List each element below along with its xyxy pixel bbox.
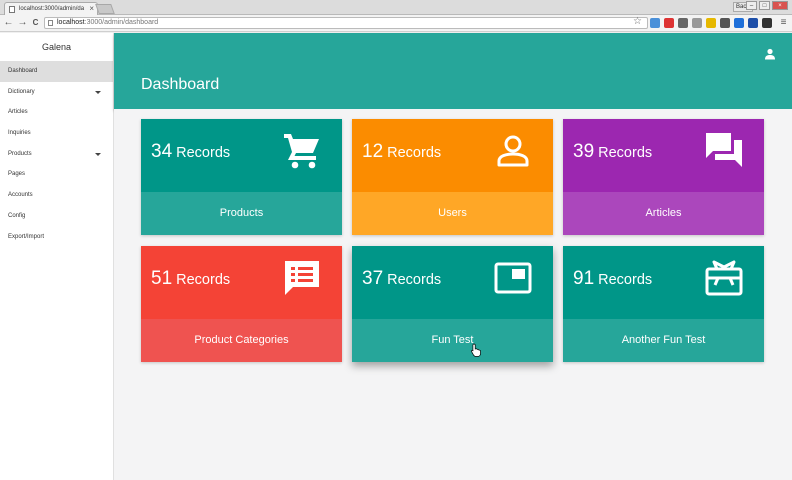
- sidebar-item-config[interactable]: Config: [0, 206, 113, 227]
- sidebar-item-articles[interactable]: Articles: [0, 102, 113, 123]
- caret-down-icon: [95, 90, 101, 94]
- hand-cursor-icon: [471, 343, 481, 357]
- list-message-icon: [285, 261, 319, 295]
- sidebar-item-label: Accounts: [8, 192, 33, 199]
- record-count: 12 Records: [362, 141, 441, 163]
- count-number: 51: [151, 268, 173, 289]
- sidebar-item-products[interactable]: Products: [0, 144, 113, 165]
- close-window-button[interactable]: ×: [772, 1, 788, 10]
- sidebar-item-dashboard[interactable]: Dashboard: [0, 61, 113, 82]
- dashboard-card-another-fun-test[interactable]: 91 Records Another Fun Test: [563, 246, 764, 362]
- extension-icon[interactable]: [664, 18, 674, 28]
- sidebar-item-label: Inquiries: [8, 130, 31, 137]
- card-header: 34 Records: [141, 119, 342, 192]
- extension-icon[interactable]: [720, 18, 730, 28]
- sidebar-item-label: Dashboard: [8, 68, 38, 74]
- chat-icon: [706, 133, 742, 167]
- browser-tabbar: localhost:3000/admin/da × Вася – □ ×: [0, 0, 792, 15]
- url-host: localhost: [57, 19, 85, 26]
- sidebar-item-label: Pages: [8, 171, 26, 178]
- extension-icon[interactable]: [748, 18, 758, 28]
- dashboard-card-product-categories[interactable]: 51 Records Product Categories: [141, 246, 342, 362]
- count-unit: Records: [598, 272, 653, 288]
- card-label: Articles: [563, 192, 764, 235]
- count-unit: Records: [176, 145, 231, 161]
- address-bar[interactable]: localhost:3000/admin/dashboard: [44, 17, 648, 29]
- picture-in-picture-icon: [494, 262, 532, 294]
- sidebar-item-inquiries[interactable]: Inquiries: [0, 123, 113, 144]
- cart-icon: [284, 134, 319, 169]
- reload-button[interactable]: C: [30, 17, 41, 29]
- brand-title: Galena: [41, 42, 72, 52]
- record-count: 37 Records: [362, 268, 441, 290]
- caret-down-icon: [95, 152, 101, 156]
- dashboard-card-users[interactable]: 12 Records Users: [352, 119, 553, 235]
- count-number: 37: [362, 268, 384, 289]
- card-label: Users: [352, 192, 553, 235]
- extension-icon[interactable]: [706, 18, 716, 28]
- count-number: 91: [573, 268, 595, 289]
- dashboard-card-articles[interactable]: 39 Records Articles: [563, 119, 764, 235]
- sidebar-item-label: Articles: [8, 109, 28, 116]
- count-unit: Records: [598, 145, 653, 161]
- count-number: 12: [362, 141, 384, 162]
- extension-icon[interactable]: [692, 18, 702, 28]
- record-count: 34 Records: [151, 141, 230, 163]
- back-button[interactable]: ←: [3, 17, 14, 29]
- count-unit: Records: [387, 145, 442, 161]
- forward-button[interactable]: →: [17, 17, 28, 29]
- card-label: Fun Test: [352, 319, 553, 362]
- count-unit: Records: [387, 272, 442, 288]
- browser-menu-icon[interactable]: ≡: [778, 17, 789, 29]
- page-icon: [9, 6, 15, 13]
- page-icon: [48, 20, 53, 26]
- sidebar-item-label: Dictionary: [8, 88, 35, 95]
- user-account-icon[interactable]: [764, 48, 776, 60]
- maximize-button[interactable]: □: [759, 1, 770, 10]
- record-count: 51 Records: [151, 268, 230, 290]
- record-count: 39 Records: [573, 141, 652, 163]
- sidebar: Galena Dashboard Dictionary Articles Inq…: [0, 33, 114, 480]
- close-tab-icon[interactable]: ×: [89, 4, 94, 13]
- tab-title: localhost:3000/admin/da: [19, 6, 85, 12]
- new-tab-button[interactable]: [95, 4, 115, 14]
- sidebar-item-label: Config: [8, 212, 26, 219]
- dashboard-card-products[interactable]: 34 Records Products: [141, 119, 342, 235]
- dashboard-card-fun-test[interactable]: 37 Records Fun Test: [352, 246, 553, 362]
- extension-icon[interactable]: [762, 18, 772, 28]
- app-header: Dashboard: [114, 33, 792, 109]
- bookmark-star-icon[interactable]: ☆: [633, 17, 642, 27]
- count-number: 39: [573, 141, 595, 162]
- sidebar-item-label: Products: [8, 150, 32, 157]
- sidebar-item-pages[interactable]: Pages: [0, 164, 113, 185]
- url-path: :3000/admin/dashboard: [84, 19, 159, 26]
- extension-icon[interactable]: [678, 18, 688, 28]
- browser-tab[interactable]: localhost:3000/admin/da ×: [4, 2, 98, 15]
- count-number: 34: [151, 141, 173, 162]
- card-label: Product Categories: [141, 319, 342, 362]
- card-label: Products: [141, 192, 342, 235]
- card-header: 39 Records: [563, 119, 764, 192]
- sidebar-item-accounts[interactable]: Accounts: [0, 185, 113, 206]
- extension-icon[interactable]: [650, 18, 660, 28]
- person-icon: [497, 135, 529, 167]
- card-label: Another Fun Test: [563, 319, 764, 362]
- sidebar-item-export-import[interactable]: Export/Import: [0, 227, 113, 248]
- record-count: 91 Records: [573, 268, 652, 290]
- sidebar-item-label: Export/Import: [8, 233, 45, 240]
- card-header: 51 Records: [141, 246, 342, 319]
- minimize-button[interactable]: –: [746, 1, 757, 10]
- gift-card-icon: [705, 260, 743, 296]
- extension-icon[interactable]: [734, 18, 744, 28]
- card-header: 91 Records: [563, 246, 764, 319]
- card-header: 37 Records: [352, 246, 553, 319]
- card-header: 12 Records: [352, 119, 553, 192]
- browser-toolbar: ← → C localhost:3000/admin/dashboard ☆ ≡: [0, 15, 792, 32]
- sidebar-item-dictionary[interactable]: Dictionary: [0, 82, 113, 103]
- count-unit: Records: [176, 272, 231, 288]
- page-title: Dashboard: [141, 76, 220, 93]
